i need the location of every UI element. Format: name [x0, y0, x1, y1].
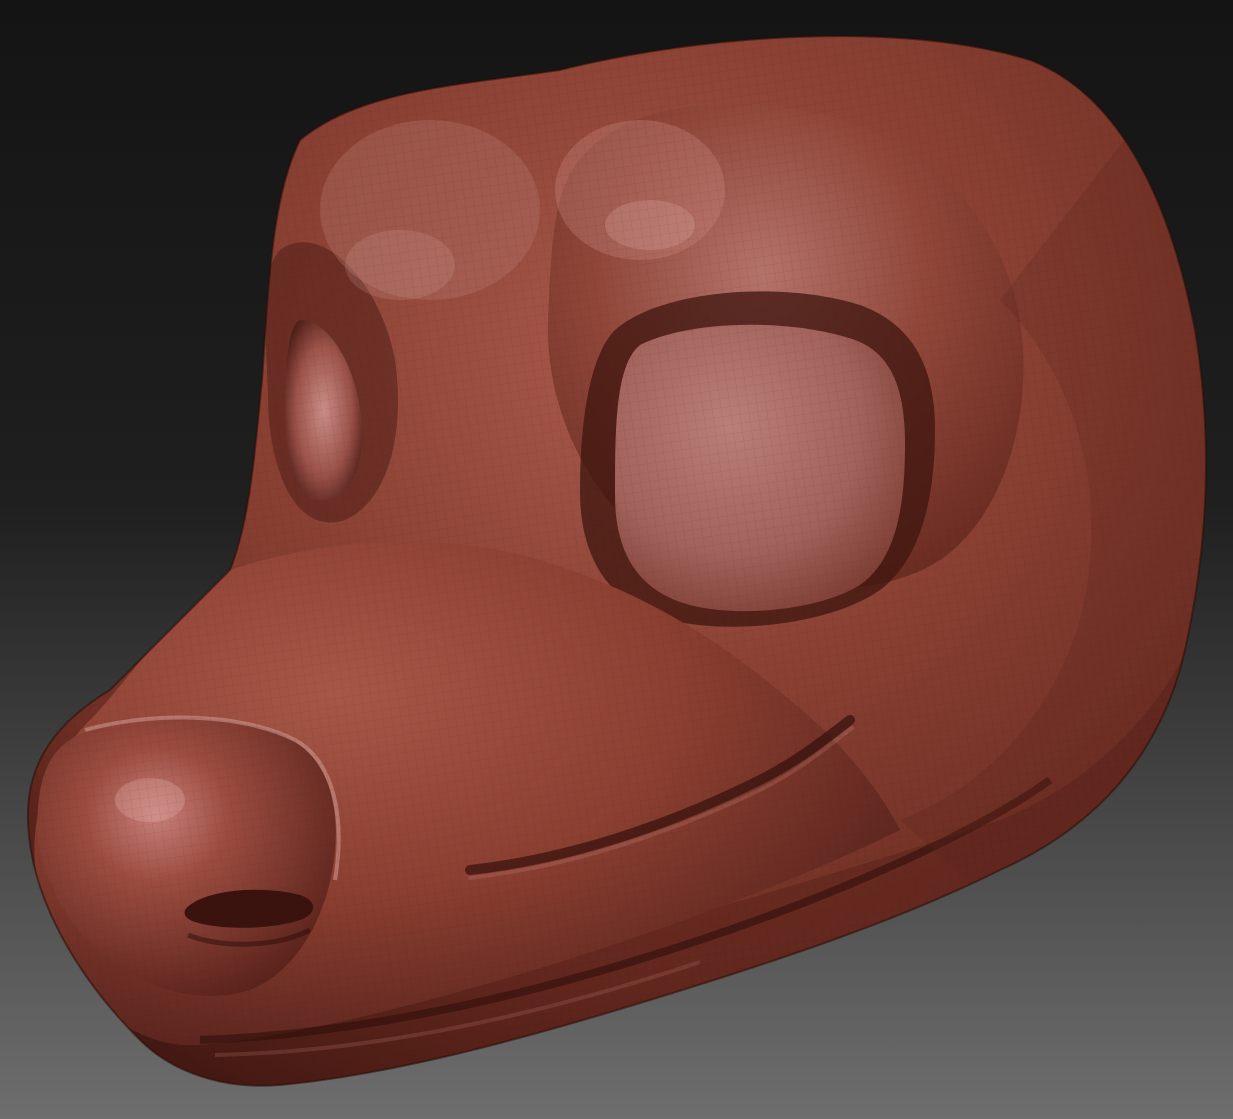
- viewport-canvas[interactable]: [0, 0, 1233, 1119]
- 3d-viewport[interactable]: [0, 0, 1233, 1119]
